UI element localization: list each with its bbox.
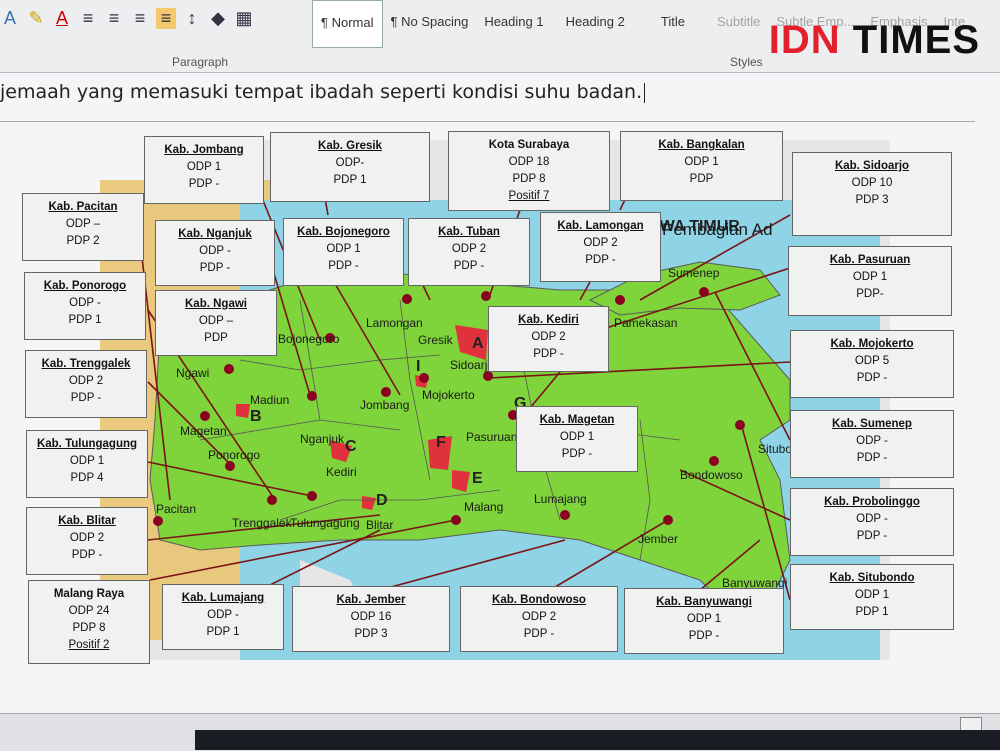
- label-gresik: Gresik: [418, 333, 453, 347]
- box-sidoarjo: Kab. Sidoarjo ODP 10 PDP 3: [792, 152, 952, 236]
- box-bangkalan: Kab. Bangkalan ODP 1 PDP: [620, 131, 783, 201]
- box-blitar: Kab. Blitar ODP 2 PDP -: [26, 507, 148, 575]
- label-magetan: Magetan: [180, 424, 227, 438]
- map-subtitle: Pembagian Ad: [662, 220, 773, 239]
- label-lumajang: Lumajang: [534, 492, 587, 506]
- box-nganjuk: Kab. Nganjuk ODP - PDP -: [155, 220, 275, 286]
- box-pasuruan: Kab. Pasuruan ODP 1 PDP-: [788, 246, 952, 316]
- box-ngawi: Kab. Ngawi ODP – PDP: [155, 290, 277, 356]
- box-bondowoso: Kab. Bondowoso ODP 2 PDP -: [460, 586, 618, 652]
- marker-b: B: [250, 408, 262, 425]
- marker-e: E: [472, 470, 483, 487]
- box-gresik: Kab. Gresik ODP- PDP 1: [270, 132, 430, 202]
- marker-f: F: [436, 434, 446, 451]
- box-pacitan: Kab. Pacitan ODP – PDP 2: [22, 193, 144, 261]
- box-jember: Kab. Jember ODP 16 PDP 3: [292, 586, 450, 652]
- box-trenggalek: Kab. Trenggalek ODP 2 PDP -: [25, 350, 147, 418]
- label-lamongan: Lamongan: [366, 316, 423, 330]
- box-malang-raya: Malang Raya ODP 24 PDP 8 Positif 2: [28, 580, 150, 664]
- label-pamekasan: Pamekasan: [614, 316, 678, 330]
- box-kediri: Kab. Kediri ODP 2 PDP -: [488, 306, 609, 372]
- label-mojokerto: Mojokerto: [422, 388, 475, 402]
- label-malang: Malang: [464, 500, 504, 514]
- box-magetan: Kab. Magetan ODP 1 PDP -: [516, 406, 638, 472]
- box-tulungagung: Kab. Tulungagung ODP 1 PDP 4: [26, 430, 148, 498]
- marker-a: A: [472, 335, 484, 352]
- box-probolinggo: Kab. Probolinggo ODP - PDP -: [790, 488, 954, 556]
- marker-c: C: [345, 438, 357, 455]
- label-pasuruan: Pasuruan: [466, 430, 518, 444]
- box-situbondo: Kab. Situbondo ODP 1 PDP 1: [790, 564, 954, 630]
- label-madiun: Madiun: [250, 393, 290, 407]
- box-bojonegoro: Kab. Bojonegoro ODP 1 PDP -: [283, 218, 404, 286]
- box-lumajang: Kab. Lumajang ODP - PDP 1: [162, 584, 284, 650]
- box-sumenep: Kab. Sumenep ODP - PDP -: [790, 410, 954, 478]
- box-tuban: Kab. Tuban ODP 2 PDP -: [408, 218, 530, 286]
- box-mojokerto: Kab. Mojokerto ODP 5 PDP -: [790, 330, 954, 398]
- box-surabaya: Kota Surabaya ODP 18 PDP 8 Positif 7: [448, 131, 610, 211]
- label-bondowoso: Bondowoso: [680, 468, 743, 482]
- label-sumenep: Sumenep: [668, 266, 720, 280]
- label-tulungagung: Tulungagung: [290, 516, 360, 530]
- taskbar: [195, 730, 1000, 750]
- label-bojonegoro: Bojonegoro: [278, 332, 340, 346]
- label-blitar: Blitar: [366, 518, 394, 532]
- label-ngawi: Ngawi: [176, 366, 210, 380]
- marker-i: I: [416, 358, 421, 375]
- box-jombang: Kab. Jombang ODP 1 PDP -: [144, 136, 264, 204]
- box-lamongan: Kab. Lamongan ODP 2 PDP -: [540, 212, 661, 282]
- box-banyuwangi: Kab. Banyuwangi ODP 1 PDP -: [624, 588, 784, 654]
- box-ponorogo: Kab. Ponorogo ODP - PDP 1: [24, 272, 146, 340]
- label-trenggalek: Trenggalek: [232, 516, 292, 530]
- label-jombang: Jombang: [360, 398, 410, 412]
- label-nganjuk: Nganjuk: [300, 432, 345, 446]
- label-kediri: Kediri: [326, 465, 357, 479]
- label-ponorogo: Ponorogo: [208, 448, 261, 462]
- marker-d: D: [376, 492, 388, 509]
- label-pacitan: Pacitan: [156, 502, 197, 516]
- label-jember: Jember: [638, 532, 679, 546]
